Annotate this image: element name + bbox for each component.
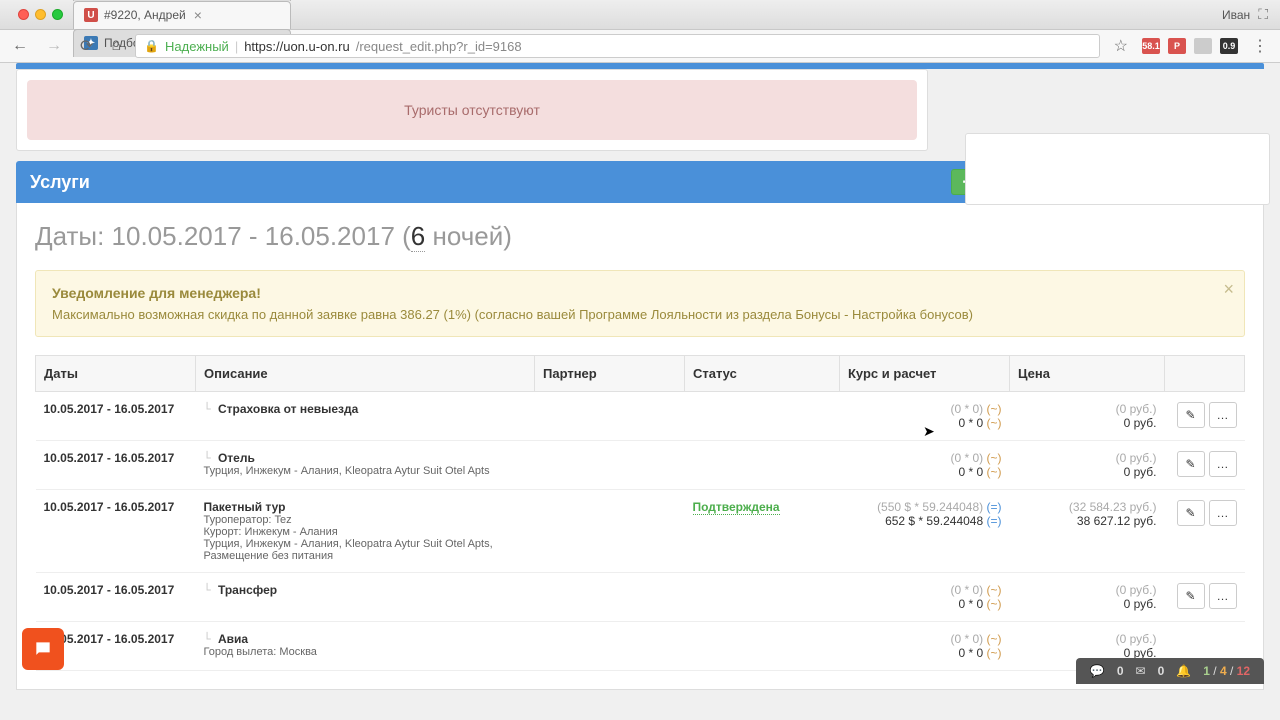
cell-desc: └ Трансфер bbox=[196, 573, 535, 622]
dates-heading: Даты: 10.05.2017 - 16.05.2017 (6 ночей) bbox=[35, 221, 1245, 252]
col-partner: Партнер bbox=[535, 356, 685, 392]
extension-icon[interactable]: 58.1 bbox=[1142, 38, 1160, 54]
close-window[interactable] bbox=[18, 9, 29, 20]
cell-partner bbox=[535, 441, 685, 490]
cell-status bbox=[685, 441, 840, 490]
extension-icon[interactable]: 0.9 bbox=[1220, 38, 1238, 54]
tab-bar: UАвтоматизированная систем×U#9220, Андре… bbox=[0, 0, 1280, 30]
cell-price: (32 584.23 руб.)38 627.12 руб. bbox=[1010, 490, 1165, 573]
cell-desc: └ ОтельТурция, Инжекум - Алания, Kleopat… bbox=[196, 441, 535, 490]
cell-calc: (0 * 0) (~)0 * 0 (~) bbox=[840, 573, 1010, 622]
col-actions bbox=[1165, 356, 1245, 392]
cell-partner bbox=[535, 490, 685, 573]
services-table: Даты Описание Партнер Статус Курс и расч… bbox=[35, 355, 1245, 671]
col-price: Цена bbox=[1010, 356, 1165, 392]
more-button[interactable]: … bbox=[1209, 500, 1237, 526]
back-button[interactable]: ← bbox=[8, 35, 32, 57]
reload-button[interactable]: ⟳ bbox=[76, 34, 97, 58]
fullscreen-icon[interactable]: ⛶ bbox=[1258, 6, 1268, 23]
sidebar-card bbox=[965, 133, 1270, 205]
cell-actions: ✎… bbox=[1165, 573, 1245, 622]
edit-button[interactable]: ✎ bbox=[1177, 402, 1205, 428]
cell-actions: ✎… bbox=[1165, 441, 1245, 490]
cell-calc: (0 * 0) (~)0 * 0 (~) bbox=[840, 392, 1010, 441]
cell-price: (0 руб.)0 руб. bbox=[1010, 573, 1165, 622]
edit-button[interactable]: ✎ bbox=[1177, 451, 1205, 477]
more-button[interactable]: … bbox=[1209, 583, 1237, 609]
maximize-window[interactable] bbox=[52, 9, 63, 20]
cell-desc: Пакетный турТуроператор: TezКурорт: Инже… bbox=[196, 490, 535, 573]
cell-price: (0 руб.)0 руб. bbox=[1010, 441, 1165, 490]
table-row: 10.05.2017 - 16.05.2017└ ОтельТурция, Ин… bbox=[36, 441, 1245, 490]
service-sub: Туроператор: TezКурорт: Инжекум - Алания… bbox=[204, 514, 527, 562]
security-label: Надежный bbox=[165, 39, 229, 54]
bell-icon: 🔔 bbox=[1176, 664, 1191, 678]
cell-calc: (0 * 0) (~)0 * 0 (~) bbox=[840, 441, 1010, 490]
table-row: 10.05.2017 - 16.05.2017└ Трансфер (0 * 0)… bbox=[36, 573, 1245, 622]
bookmark-icon[interactable]: ☆ bbox=[1110, 34, 1132, 58]
chat-icon bbox=[33, 639, 53, 659]
bottom-status-bar[interactable]: 💬0 ✉0 🔔 1 / 4 / 12 bbox=[1076, 658, 1264, 684]
menu-icon[interactable]: ⋮ bbox=[1248, 34, 1272, 58]
address-bar: ← → ⟳ ⌂ 🔒 Надежный | https://uon.u-on.ru… bbox=[0, 30, 1280, 63]
url-field[interactable]: 🔒 Надежный | https://uon.u-on.ru/request… bbox=[135, 34, 1100, 58]
cell-calc: (0 * 0) (~)0 * 0 (~) bbox=[840, 622, 1010, 671]
table-row: 10.05.2017 - 16.05.2017└ Страховка от не… bbox=[36, 392, 1245, 441]
cell-status bbox=[685, 622, 840, 671]
manager-notice: × Уведомление для менеджера! Максимально… bbox=[35, 270, 1245, 337]
more-button[interactable]: … bbox=[1209, 402, 1237, 428]
service-sub: Город вылета: Москва bbox=[204, 646, 527, 658]
cell-partner bbox=[535, 622, 685, 671]
tab-close-icon[interactable]: × bbox=[194, 7, 202, 23]
table-row: 10.05.2017 - 16.05.2017└ АвиаГород вылет… bbox=[36, 622, 1245, 671]
more-button[interactable]: … bbox=[1209, 451, 1237, 477]
mail-icon: ✉ bbox=[1136, 664, 1146, 678]
cell-status bbox=[685, 573, 840, 622]
extension-icon[interactable]: P bbox=[1168, 38, 1186, 54]
cell-desc: └ АвиаГород вылета: Москва bbox=[196, 622, 535, 671]
minimize-window[interactable] bbox=[35, 9, 46, 20]
favicon: U bbox=[84, 8, 98, 22]
close-icon[interactable]: × bbox=[1223, 279, 1234, 300]
notice-body: Максимально возможная скидка по данной з… bbox=[52, 307, 1228, 322]
cell-actions: ✎… bbox=[1165, 392, 1245, 441]
window-controls bbox=[8, 9, 73, 20]
no-tourists-alert: Туристы отсутствуют bbox=[27, 80, 917, 140]
browser-tab[interactable]: U #9220, Андрей × bbox=[73, 1, 291, 29]
col-dates: Даты bbox=[36, 356, 196, 392]
col-status: Статус bbox=[685, 356, 840, 392]
service-sub: Турция, Инжекум - Алания, Kleopatra Aytu… bbox=[204, 465, 527, 477]
cell-actions: ✎… bbox=[1165, 490, 1245, 573]
cell-status bbox=[685, 392, 840, 441]
cell-calc: (550 $ * 59.244048) (=)652 $ * 59.244048… bbox=[840, 490, 1010, 573]
col-desc: Описание bbox=[196, 356, 535, 392]
cell-partner bbox=[535, 392, 685, 441]
cell-dates: 10.05.2017 - 16.05.2017 bbox=[36, 573, 196, 622]
status-confirmed[interactable]: Подтверждена bbox=[693, 500, 780, 515]
extension-icon[interactable] bbox=[1194, 38, 1212, 54]
table-row: 10.05.2017 - 16.05.2017Пакетный турТуроп… bbox=[36, 490, 1245, 573]
chat-fab[interactable] bbox=[22, 628, 64, 670]
home-button[interactable]: ⌂ bbox=[107, 35, 125, 57]
notice-title: Уведомление для менеджера! bbox=[52, 285, 1228, 301]
cell-partner bbox=[535, 573, 685, 622]
cell-desc: └ Страховка от невыезда bbox=[196, 392, 535, 441]
cell-status: Подтверждена bbox=[685, 490, 840, 573]
edit-button[interactable]: ✎ bbox=[1177, 500, 1205, 526]
edit-button[interactable]: ✎ bbox=[1177, 583, 1205, 609]
lock-icon: 🔒 bbox=[144, 39, 159, 53]
cell-price: (0 руб.)0 руб. bbox=[1010, 392, 1165, 441]
col-calc: Курс и расчет bbox=[840, 356, 1010, 392]
services-title: Услуги bbox=[30, 172, 90, 193]
cell-dates: 10.05.2017 - 16.05.2017 bbox=[36, 392, 196, 441]
browser-user[interactable]: Иван bbox=[1222, 8, 1250, 22]
tab-title: #9220, Андрей bbox=[104, 8, 186, 22]
tourists-card: Туристы отсутствуют bbox=[16, 69, 928, 151]
comments-icon: 💬 bbox=[1090, 664, 1105, 678]
cell-dates: 10.05.2017 - 16.05.2017 bbox=[36, 490, 196, 573]
cell-dates: 10.05.2017 - 16.05.2017 bbox=[36, 441, 196, 490]
forward-button[interactable]: → bbox=[42, 35, 66, 57]
